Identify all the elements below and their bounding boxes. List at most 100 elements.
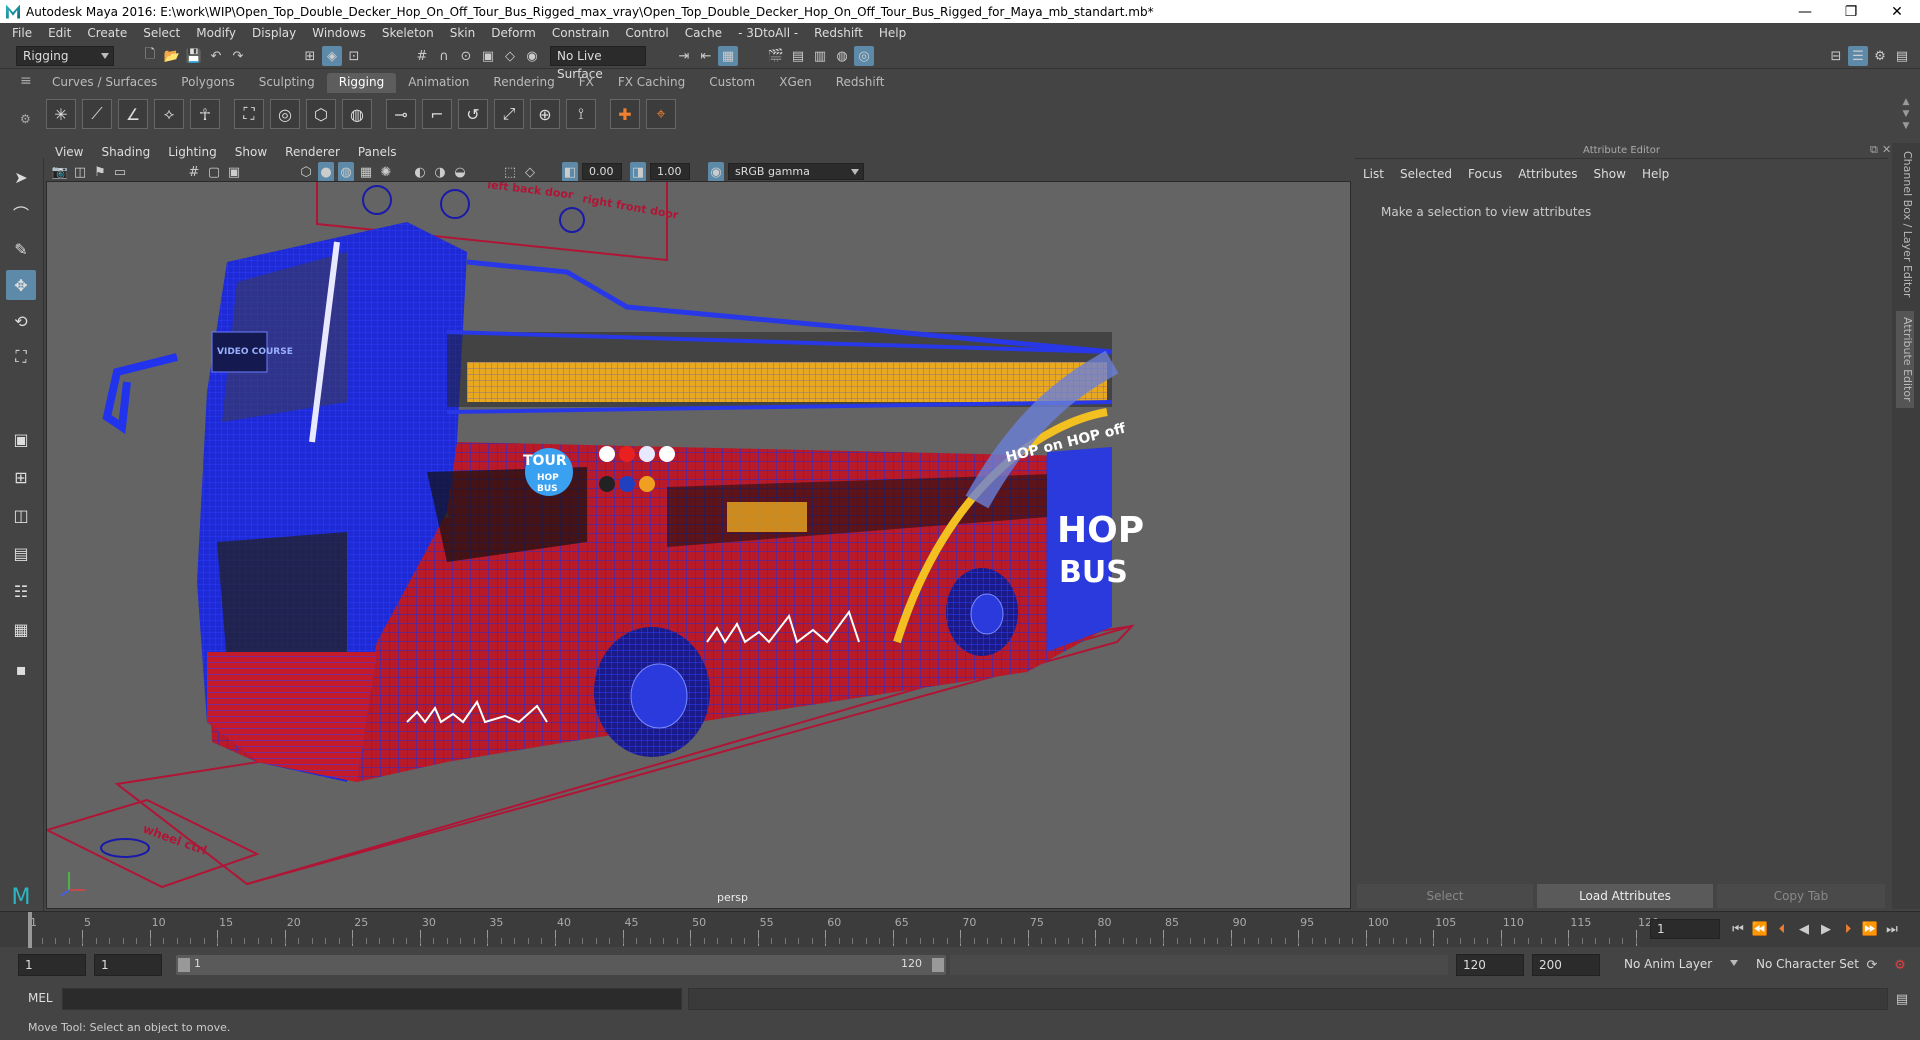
play-backward-icon[interactable]: ◀ (1794, 919, 1814, 939)
menu-skin[interactable]: Skin (442, 26, 484, 40)
shelf-tab-redshift[interactable]: Redshift (824, 73, 897, 93)
redshift-icon[interactable]: ◎ (854, 46, 874, 66)
hypershade-layout-icon[interactable]: ▦ (6, 614, 36, 644)
ae-menu-show[interactable]: Show (1586, 163, 1634, 185)
grid-toggle-icon[interactable]: # (186, 162, 202, 182)
live-surface-field[interactable]: No Live Surface (550, 46, 646, 81)
parent-constraint-icon[interactable]: ⊸ (386, 99, 416, 129)
panel-menu-renderer[interactable]: Renderer (276, 143, 349, 163)
range-handle-right[interactable] (932, 958, 944, 972)
step-forward-key-icon[interactable]: ⏩ (1860, 919, 1880, 939)
render-settings-icon[interactable]: ▥ (810, 46, 830, 66)
sculpt-deformer-icon[interactable]: ◍ (342, 99, 372, 129)
joint-tool-icon[interactable]: ✳ (46, 99, 76, 129)
color-space-dropdown[interactable]: sRGB gamma (728, 163, 864, 180)
channel-box-tab[interactable]: Channel Box / Layer Editor (1896, 151, 1914, 298)
shelf-tab-animation[interactable]: Animation (396, 73, 481, 93)
shelf-tab-curves-surfaces[interactable]: Curves / Surfaces (40, 73, 169, 93)
wheel-ctrl-circle[interactable] (100, 838, 150, 858)
wireframe-icon[interactable]: ⬡ (298, 162, 314, 182)
exposure-field[interactable]: 0.00 (582, 163, 622, 180)
shelf-scroll-icon[interactable]: ▲ ▼ ▼ (1900, 96, 1912, 136)
scale-constraint-icon[interactable]: ⤢ (494, 99, 524, 129)
go-to-end-icon[interactable]: ⏭ (1882, 919, 1902, 939)
shelf-tab-rendering[interactable]: Rendering (481, 73, 566, 93)
paint-select-icon[interactable]: ✎ (6, 234, 36, 264)
antialias-icon[interactable]: ◒ (452, 162, 468, 182)
pole-vector-icon[interactable]: ⟟ (566, 99, 596, 129)
snap-vertex-icon[interactable]: ◉ (522, 46, 542, 66)
shelf-tab-sculpting[interactable]: Sculpting (247, 73, 327, 93)
shadows-icon[interactable]: ◐ (412, 162, 428, 182)
graph-layout-icon[interactable]: ☷ (6, 576, 36, 606)
shelf-menu-icon[interactable]: ≡ (20, 73, 34, 93)
menu-deform[interactable]: Deform (483, 26, 544, 40)
maximize-button[interactable]: ❐ (1828, 0, 1874, 23)
ambient-occlusion-icon[interactable]: ◑ (432, 162, 448, 182)
menu-display[interactable]: Display (244, 26, 304, 40)
character-set-dropdown[interactable]: No Character Set (1750, 954, 1860, 976)
close-button[interactable]: ✕ (1874, 0, 1920, 23)
script-editor-icon[interactable]: ▤ (1892, 989, 1912, 1009)
lasso-tool-icon[interactable]: ⌒ (6, 198, 36, 228)
exposure-icon[interactable]: ◧ (562, 162, 578, 182)
menu-3dtoall[interactable]: - 3DtoAll - (730, 26, 806, 40)
animation-start-field[interactable]: 1 (18, 954, 86, 976)
menu-set-dropdown[interactable]: Rigging (16, 46, 114, 66)
ik-fk-icon[interactable]: ⌖ (646, 99, 676, 129)
menu-edit[interactable]: Edit (40, 26, 79, 40)
select-tool-icon[interactable]: ➤ (6, 162, 36, 192)
menu-create[interactable]: Create (79, 26, 135, 40)
menu-constrain[interactable]: Constrain (544, 26, 618, 40)
go-to-start-icon[interactable]: ⏮ (1728, 919, 1748, 939)
outliner-layout-icon[interactable]: ▤ (6, 538, 36, 568)
snap-view-icon[interactable]: ▣ (478, 46, 498, 66)
io-icon[interactable]: ⇥ (674, 46, 694, 66)
channel-box-toggle-icon[interactable]: ▤ (1892, 46, 1912, 66)
viewport-persp[interactable]: wheel ctrl left back door right front do… (46, 181, 1351, 909)
menu-windows[interactable]: Windows (304, 26, 374, 40)
lights-icon[interactable]: ✺ (378, 162, 394, 182)
open-scene-icon[interactable]: 📂 (162, 46, 182, 66)
bind-skin-icon[interactable]: ⛶ (234, 99, 264, 129)
ae-menu-focus[interactable]: Focus (1460, 163, 1510, 185)
current-frame-field[interactable]: 1 (1650, 919, 1720, 939)
smooth-shade-icon[interactable]: ● (318, 162, 334, 182)
undo-icon[interactable]: ↶ (206, 46, 226, 66)
humanik-icon[interactable]: ☥ (190, 99, 220, 129)
gamma-icon[interactable]: ◨ (630, 162, 646, 182)
menu-cache[interactable]: Cache (677, 26, 730, 40)
playback-end-field[interactable]: 120 (1456, 954, 1524, 976)
xray-icon[interactable]: ◇ (522, 162, 538, 182)
ik-handle-icon[interactable]: ⟋ (82, 99, 112, 129)
ae-menu-selected[interactable]: Selected (1392, 163, 1460, 185)
wireframe-on-shaded-icon[interactable]: ◍ (338, 162, 354, 182)
cluster-icon[interactable]: ⬡ (306, 99, 336, 129)
step-back-key-icon[interactable]: ⏪ (1750, 919, 1770, 939)
menu-skeleton[interactable]: Skeleton (374, 26, 442, 40)
select-component-icon[interactable]: ⊡ (344, 46, 364, 66)
menu-redshift[interactable]: Redshift (806, 26, 871, 40)
step-back-frame-icon[interactable]: ⏴ (1772, 919, 1792, 939)
close-panel-icon[interactable]: ✕ (1882, 143, 1891, 156)
range-slider[interactable]: 1 120 (176, 955, 946, 975)
film-gate-icon[interactable]: ▢ (206, 162, 222, 182)
point-constraint-icon[interactable]: ⌐ (422, 99, 452, 129)
menu-select[interactable]: Select (135, 26, 188, 40)
snap-surface-icon[interactable]: ◇ (500, 46, 520, 66)
panel-menu-view[interactable]: View (46, 143, 92, 163)
front-door-ctrl-circle[interactable] (559, 207, 585, 233)
save-scene-icon[interactable]: 💾 (184, 46, 204, 66)
color-management-icon[interactable]: ◉ (708, 162, 724, 182)
hypershade-icon[interactable]: ◍ (832, 46, 852, 66)
shelf-tab-custom[interactable]: Custom (697, 73, 767, 93)
isolate-icon[interactable]: ⬚ (502, 162, 518, 182)
ipr-icon[interactable]: ▤ (788, 46, 808, 66)
shelf-tab-rigging[interactable]: Rigging (326, 73, 397, 93)
anim-layer-dropdown[interactable]: No Anim Layer (1618, 954, 1742, 976)
shelf-tab-fx-caching[interactable]: FX Caching (606, 73, 697, 93)
single-view-icon[interactable]: ▣ (6, 424, 36, 454)
snap-curve-icon[interactable]: ∩ (434, 46, 454, 66)
command-language-label[interactable]: MEL (28, 991, 53, 1005)
time-slider[interactable]: 1 5 10 15 20 25 30 35 40 45 50 55 60 65 70 75 80 85 90 95 10… (0, 911, 1920, 948)
